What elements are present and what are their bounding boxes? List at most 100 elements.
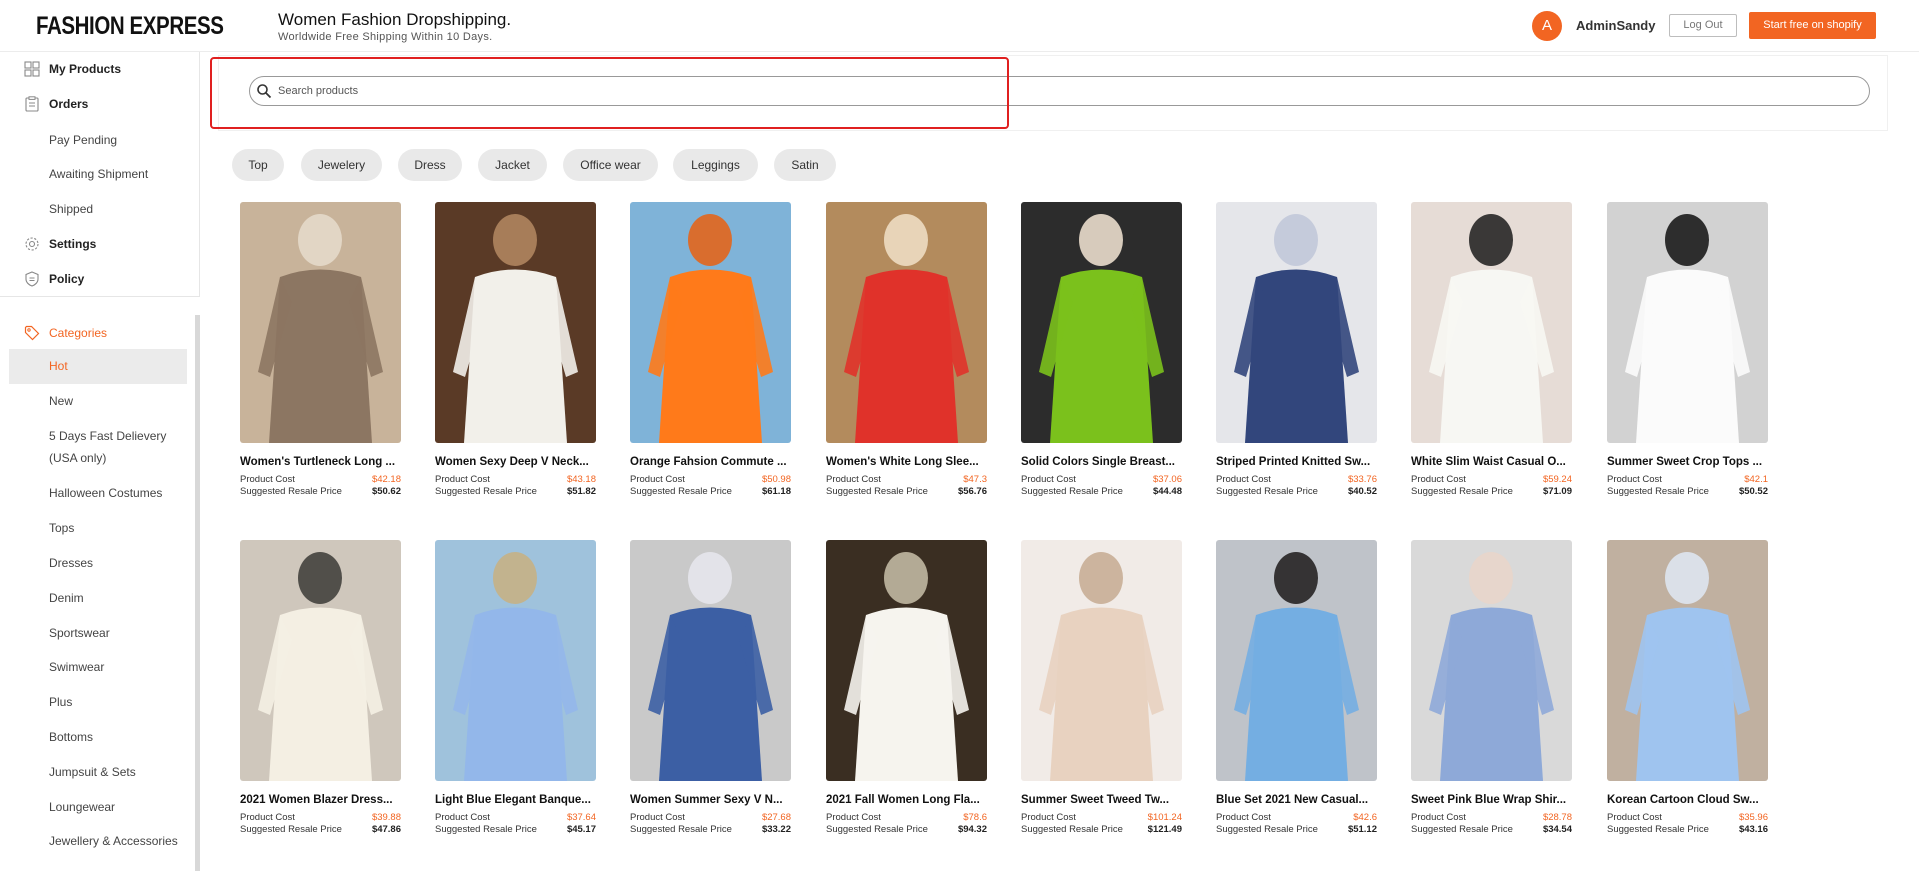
product-image[interactable] bbox=[240, 540, 401, 781]
resale-price-label: Suggested Resale Price bbox=[826, 486, 928, 497]
category-halloween[interactable]: Halloween Costumes bbox=[49, 482, 189, 504]
tag-icon bbox=[24, 325, 40, 341]
category-swimwear[interactable]: Swimwear bbox=[49, 656, 189, 678]
product-card[interactable]: White Slim Waist Casual O... Product Cost… bbox=[1411, 202, 1573, 497]
product-image[interactable] bbox=[826, 202, 987, 443]
product-card[interactable]: Orange Fahsion Commute ... Product Cost $5… bbox=[630, 202, 792, 497]
search-input[interactable] bbox=[278, 81, 1778, 101]
category-plus[interactable]: Plus bbox=[49, 691, 189, 713]
start-shopify-button[interactable]: Start free on shopify bbox=[1749, 12, 1876, 39]
category-jumpsuit-sets[interactable]: Jumpsuit & Sets bbox=[49, 761, 189, 783]
product-name[interactable]: Women Sexy Deep V Neck... bbox=[435, 456, 596, 468]
product-cost-row: Product Cost $42.1 bbox=[1607, 474, 1768, 485]
product-image[interactable] bbox=[1021, 540, 1182, 781]
product-card[interactable]: 2021 Fall Women Long Fla... Product Cost $… bbox=[826, 540, 988, 835]
category-loungewear[interactable]: Loungewear bbox=[49, 796, 189, 818]
product-cost-row: Product Cost $59.24 bbox=[1411, 474, 1572, 485]
page-subtitle: Worldwide Free Shipping Within 10 Days. bbox=[278, 31, 493, 43]
category-sportswear[interactable]: Sportswear bbox=[49, 622, 189, 644]
product-card[interactable]: Women Sexy Deep V Neck... Product Cost $43… bbox=[435, 202, 597, 497]
product-image[interactable] bbox=[1216, 202, 1377, 443]
tag-top[interactable]: Top bbox=[232, 149, 284, 181]
tag-office-wear[interactable]: Office wear bbox=[563, 149, 658, 181]
product-image[interactable] bbox=[1607, 540, 1768, 781]
product-image[interactable] bbox=[1411, 202, 1572, 443]
product-cost-value: $50.98 bbox=[761, 474, 791, 485]
category-tops[interactable]: Tops bbox=[49, 517, 189, 539]
sidebar-item-awaiting-shipment[interactable]: Awaiting Shipment bbox=[49, 167, 148, 181]
resale-price-value: $71.09 bbox=[1542, 486, 1572, 497]
product-cost-label: Product Cost bbox=[1607, 474, 1662, 485]
sidebar-item-policy[interactable]: Policy bbox=[24, 271, 84, 287]
product-card[interactable]: Striped Printed Knitted Sw... Product Cos… bbox=[1216, 202, 1378, 497]
sidebar-item-shipped[interactable]: Shipped bbox=[49, 202, 93, 216]
product-card[interactable]: Solid Colors Single Breast... Product Cos… bbox=[1021, 202, 1183, 497]
product-name[interactable]: 2021 Fall Women Long Fla... bbox=[826, 794, 987, 806]
product-image[interactable] bbox=[435, 202, 596, 443]
product-name[interactable]: Women's White Long Slee... bbox=[826, 456, 987, 468]
category-jewellery[interactable]: Jewellery & Accessories bbox=[49, 830, 189, 852]
product-name[interactable]: Korean Cartoon Cloud Sw... bbox=[1607, 794, 1768, 806]
product-card[interactable]: Blue Set 2021 New Casual... Product Cost $… bbox=[1216, 540, 1378, 835]
tag-satin[interactable]: Satin bbox=[774, 149, 836, 181]
category-new[interactable]: New bbox=[49, 390, 189, 412]
product-image[interactable] bbox=[1216, 540, 1377, 781]
product-card[interactable]: Women Summer Sexy V N... Product Cost $27.… bbox=[630, 540, 792, 835]
product-card[interactable]: Summer Sweet Crop Tops ... Product Cost $4… bbox=[1607, 202, 1769, 497]
product-name[interactable]: Solid Colors Single Breast... bbox=[1021, 456, 1182, 468]
resale-price-label: Suggested Resale Price bbox=[826, 824, 928, 835]
product-card[interactable]: Sweet Pink Blue Wrap Shir... Product Cost… bbox=[1411, 540, 1573, 835]
product-cost-label: Product Cost bbox=[1021, 474, 1076, 485]
category-dresses[interactable]: Dresses bbox=[49, 552, 189, 574]
product-name[interactable]: Light Blue Elegant Banque... bbox=[435, 794, 596, 806]
product-image[interactable] bbox=[435, 540, 596, 781]
product-image[interactable] bbox=[826, 540, 987, 781]
product-cost-label: Product Cost bbox=[1216, 474, 1271, 485]
avatar[interactable]: A bbox=[1532, 11, 1562, 41]
product-image[interactable] bbox=[240, 202, 401, 443]
product-image[interactable] bbox=[630, 540, 791, 781]
sidebar-item-settings[interactable]: Settings bbox=[24, 236, 96, 252]
product-card[interactable]: Korean Cartoon Cloud Sw... Product Cost $3… bbox=[1607, 540, 1769, 835]
product-card[interactable]: Women's Turtleneck Long ... Product Cost $… bbox=[240, 202, 402, 497]
sidebar-item-orders[interactable]: Orders bbox=[24, 96, 88, 112]
product-card[interactable]: Summer Sweet Tweed Tw... Product Cost $101… bbox=[1021, 540, 1183, 835]
product-card[interactable]: Women's White Long Slee... Product Cost $4… bbox=[826, 202, 988, 497]
product-image[interactable] bbox=[1607, 202, 1768, 443]
logout-button[interactable]: Log Out bbox=[1669, 14, 1737, 37]
product-name[interactable]: 2021 Women Blazer Dress... bbox=[240, 794, 401, 806]
product-name[interactable]: Women's Turtleneck Long ... bbox=[240, 456, 401, 468]
tag-leggings[interactable]: Leggings bbox=[673, 149, 758, 181]
tag-dress[interactable]: Dress bbox=[398, 149, 462, 181]
product-name[interactable]: Women Summer Sexy V N... bbox=[630, 794, 791, 806]
product-name[interactable]: Sweet Pink Blue Wrap Shir... bbox=[1411, 794, 1572, 806]
product-name[interactable]: Orange Fahsion Commute ... bbox=[630, 456, 791, 468]
product-name[interactable]: Striped Printed Knitted Sw... bbox=[1216, 456, 1377, 468]
category-fast-delivery[interactable]: 5 Days Fast Delievery (USA only) bbox=[49, 425, 189, 469]
category-hot[interactable]: Hot bbox=[49, 355, 189, 377]
product-name[interactable]: Blue Set 2021 New Casual... bbox=[1216, 794, 1377, 806]
category-denim[interactable]: Denim bbox=[49, 587, 189, 609]
tag-jacket[interactable]: Jacket bbox=[478, 149, 547, 181]
product-name[interactable]: Summer Sweet Tweed Tw... bbox=[1021, 794, 1182, 806]
product-card[interactable]: Light Blue Elegant Banque... Product Cost… bbox=[435, 540, 597, 835]
sidebar-item-pay-pending[interactable]: Pay Pending bbox=[49, 133, 117, 147]
resale-price-row: Suggested Resale Price $43.16 bbox=[1607, 824, 1768, 835]
tag-jewelery[interactable]: Jewelery bbox=[301, 149, 382, 181]
category-bottoms[interactable]: Bottoms bbox=[49, 726, 189, 748]
product-cost-label: Product Cost bbox=[240, 474, 295, 485]
resale-price-value: $40.52 bbox=[1347, 486, 1377, 497]
brand-logo[interactable]: FASHION EXPRESS bbox=[36, 12, 224, 41]
product-card[interactable]: 2021 Women Blazer Dress... Product Cost $3… bbox=[240, 540, 402, 835]
product-name[interactable]: Summer Sweet Crop Tops ... bbox=[1607, 456, 1768, 468]
categories-scrollbar[interactable] bbox=[195, 315, 200, 871]
categories-panel: Categories Hot New 5 Days Fast Delievery… bbox=[0, 315, 200, 871]
resale-price-row: Suggested Resale Price $44.48 bbox=[1021, 486, 1182, 497]
product-name[interactable]: White Slim Waist Casual O... bbox=[1411, 456, 1572, 468]
product-image[interactable] bbox=[1021, 202, 1182, 443]
top-header: FASHION EXPRESS Women Fashion Dropshippi… bbox=[0, 0, 1919, 52]
product-image[interactable] bbox=[1411, 540, 1572, 781]
resale-price-label: Suggested Resale Price bbox=[1021, 824, 1123, 835]
product-image[interactable] bbox=[630, 202, 791, 443]
sidebar-item-my-products[interactable]: My Products bbox=[24, 61, 121, 77]
